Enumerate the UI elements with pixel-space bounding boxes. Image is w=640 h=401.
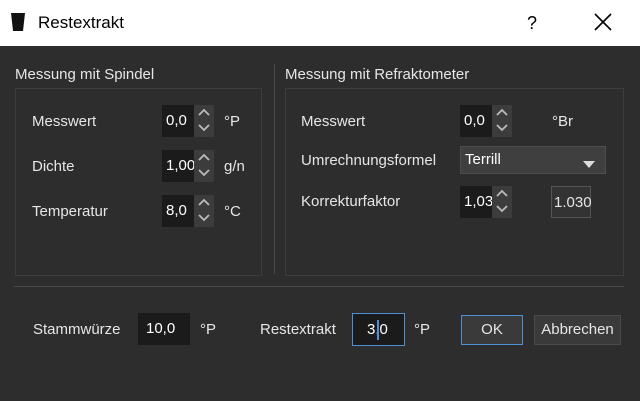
spin-up-button[interactable] [194, 105, 214, 121]
chevron-up-icon [198, 108, 210, 116]
help-button[interactable]: ? [512, 0, 552, 46]
spin-up-button[interactable] [194, 195, 214, 211]
dichte-value: 1,00 [166, 157, 196, 174]
chevron-up-icon [496, 189, 508, 197]
temperatur-spinbox[interactable]: 8,0 [162, 195, 214, 227]
spin-down-button[interactable] [492, 121, 512, 137]
chevron-down-icon [496, 124, 508, 132]
temperatur-unit: °C [224, 203, 241, 220]
chevron-down-icon [496, 205, 508, 213]
spindel-messwert-value: 0,0 [166, 112, 187, 129]
spin-up-button[interactable] [492, 186, 512, 202]
restextrakt-input[interactable]: 3,0 [352, 313, 405, 346]
chevron-down-icon [198, 169, 210, 177]
korrekturfaktor-spinbox[interactable]: 1,03 [460, 186, 512, 218]
spindel-messwert-unit: °P [224, 113, 241, 130]
korrekturfaktor-readout: 1.030 [551, 186, 592, 218]
chevron-up-icon [496, 108, 508, 116]
close-button[interactable] [583, 0, 623, 46]
spin-down-button[interactable] [194, 211, 214, 227]
restextrakt-unit: °P [414, 321, 431, 338]
chevron-down-icon [198, 214, 210, 222]
horizontal-separator [14, 286, 624, 287]
chevron-down-icon [198, 124, 210, 132]
refrakto-messwert-label: Messwert [301, 113, 366, 130]
dropdown-arrow-icon [583, 156, 595, 174]
beer-glass-icon [10, 12, 26, 32]
ok-button[interactable]: OK [461, 315, 523, 345]
umrechnungsformel-value: Terrill [465, 151, 501, 168]
spindel-messwert-label: Messwert [32, 113, 97, 130]
restextrakt-label: Restextrakt [260, 321, 336, 338]
temperatur-label: Temperatur [32, 203, 108, 220]
close-icon [594, 13, 612, 31]
umrechnungsformel-dropdown[interactable]: Terrill [460, 146, 606, 174]
stammwuerze-field[interactable]: 10,0 [138, 313, 190, 345]
stammwuerze-label: Stammwürze [33, 321, 121, 338]
dichte-unit: g/n [224, 158, 245, 175]
stammwuerze-unit: °P [200, 321, 217, 338]
refrakto-section-title: Messung mit Refraktometer [285, 66, 470, 83]
spindel-section-title: Messung mit Spindel [15, 66, 155, 83]
title-bar: Restextrakt ? [0, 0, 640, 46]
spin-down-button[interactable] [492, 202, 512, 218]
refrakto-messwert-spinbox[interactable]: 0,0 [460, 105, 512, 137]
vertical-separator [274, 64, 275, 274]
spindel-messwert-spinbox[interactable]: 0,0 [162, 105, 214, 137]
chevron-up-icon [198, 153, 210, 161]
refrakto-messwert-value: 0,0 [464, 112, 485, 129]
spin-down-button[interactable] [194, 166, 214, 182]
refrakto-messwert-unit: °Br [552, 113, 573, 130]
dichte-label: Dichte [32, 158, 75, 175]
spin-up-button[interactable] [492, 105, 512, 121]
korrekturfaktor-readout-value: 1.030 [554, 194, 592, 211]
stammwuerze-value: 10,0 [146, 320, 176, 337]
window-title: Restextrakt [38, 13, 124, 32]
temperatur-value: 8,0 [166, 202, 187, 219]
spin-down-button[interactable] [194, 121, 214, 137]
korrekturfaktor-value: 1,03 [464, 193, 494, 210]
chevron-up-icon [198, 198, 210, 206]
korrekturfaktor-label: Korrekturfaktor [301, 193, 401, 210]
dichte-spinbox[interactable]: 1,00 [162, 150, 214, 182]
cancel-button[interactable]: Abbrechen [534, 315, 621, 345]
text-cursor [377, 320, 379, 340]
spin-up-button[interactable] [194, 150, 214, 166]
umrechnungsformel-label: Umrechnungsformel [301, 152, 437, 169]
